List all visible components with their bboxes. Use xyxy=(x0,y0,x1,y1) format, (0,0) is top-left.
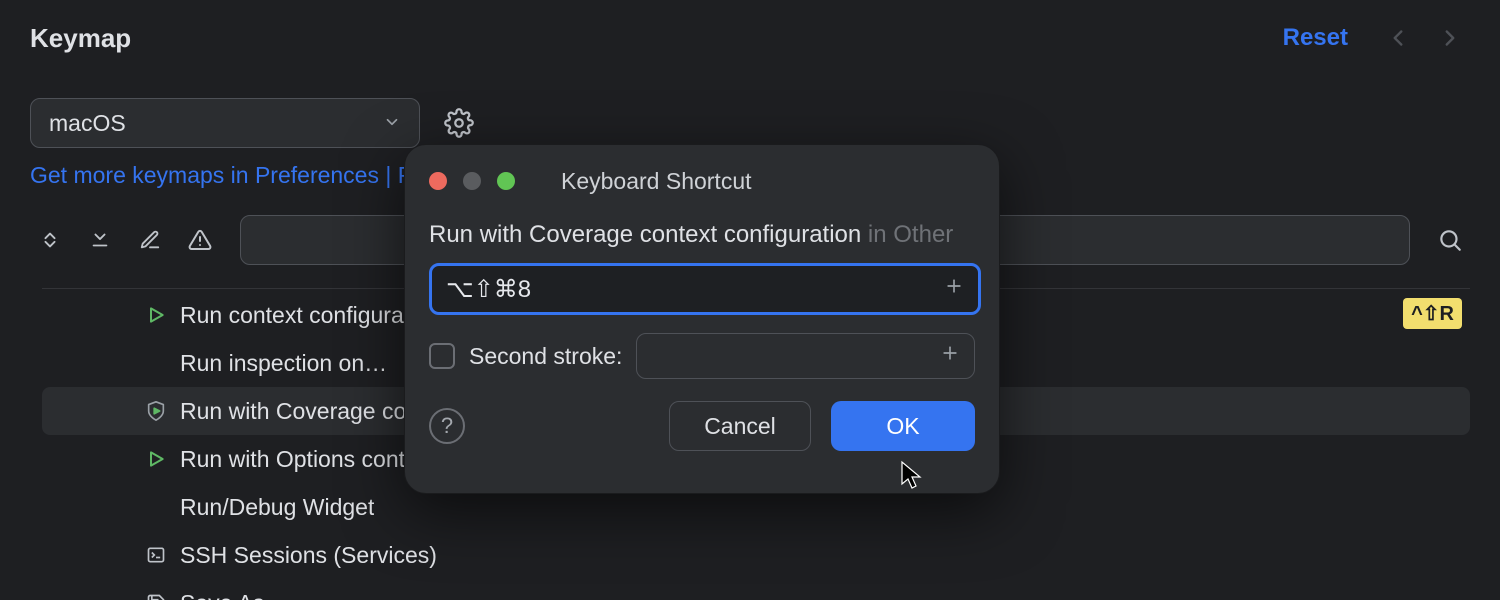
second-stroke-input[interactable] xyxy=(636,333,975,379)
second-stroke-checkbox[interactable] xyxy=(429,343,455,369)
add-shortcut-icon[interactable] xyxy=(944,275,964,303)
tree-row[interactable]: SSH Sessions (Services) xyxy=(42,531,1470,579)
shield-play-icon xyxy=(138,400,174,422)
find-action-by-shortcut-icon[interactable] xyxy=(1430,220,1470,260)
play-icon xyxy=(138,449,174,469)
back-arrow-icon[interactable] xyxy=(1378,18,1418,58)
second-stroke-label: Second stroke: xyxy=(469,343,622,370)
reset-button[interactable]: Reset xyxy=(1283,24,1348,52)
chevron-down-icon xyxy=(383,110,401,137)
terminal-icon xyxy=(138,545,174,565)
tree-row-label: Run/Debug Widget xyxy=(180,494,374,521)
dialog-context-text: Run with Coverage context configuration … xyxy=(429,221,975,249)
keymap-select-value: macOS xyxy=(49,110,126,137)
collapse-all-icon[interactable] xyxy=(80,220,120,260)
tree-row-label: Run context configuration xyxy=(180,302,441,329)
tree-row-label: Run inspection on… xyxy=(180,350,387,377)
help-icon[interactable]: ? xyxy=(429,408,465,444)
warning-icon[interactable] xyxy=(180,220,220,260)
play-icon xyxy=(138,305,174,325)
zoom-window-icon[interactable] xyxy=(497,172,515,190)
cancel-button[interactable]: Cancel xyxy=(669,401,811,451)
first-stroke-input[interactable]: ⌥⇧⌘8 xyxy=(429,263,981,315)
keyboard-shortcut-dialog: Keyboard Shortcut Run with Coverage cont… xyxy=(404,144,1000,494)
tree-row-label: SSH Sessions (Services) xyxy=(180,542,437,569)
forward-arrow-icon[interactable] xyxy=(1430,18,1470,58)
save-icon xyxy=(138,593,174,600)
minimize-window-icon xyxy=(463,172,481,190)
add-second-shortcut-icon[interactable] xyxy=(940,343,960,369)
page-title: Keymap xyxy=(30,23,131,54)
shortcut-badge: ^⇧R xyxy=(1403,298,1462,329)
close-window-icon[interactable] xyxy=(429,172,447,190)
edit-icon[interactable] xyxy=(130,220,170,260)
tree-row-label: Save As… xyxy=(180,590,287,600)
keymap-select[interactable]: macOS xyxy=(30,98,420,148)
expand-collapse-icon[interactable] xyxy=(30,220,70,260)
tree-row[interactable]: Save As… xyxy=(42,579,1470,600)
dialog-title: Keyboard Shortcut xyxy=(561,168,975,195)
ok-button[interactable]: OK xyxy=(831,401,975,451)
gear-icon[interactable] xyxy=(444,108,474,138)
shortcut-value: ⌥⇧⌘8 xyxy=(446,275,531,304)
